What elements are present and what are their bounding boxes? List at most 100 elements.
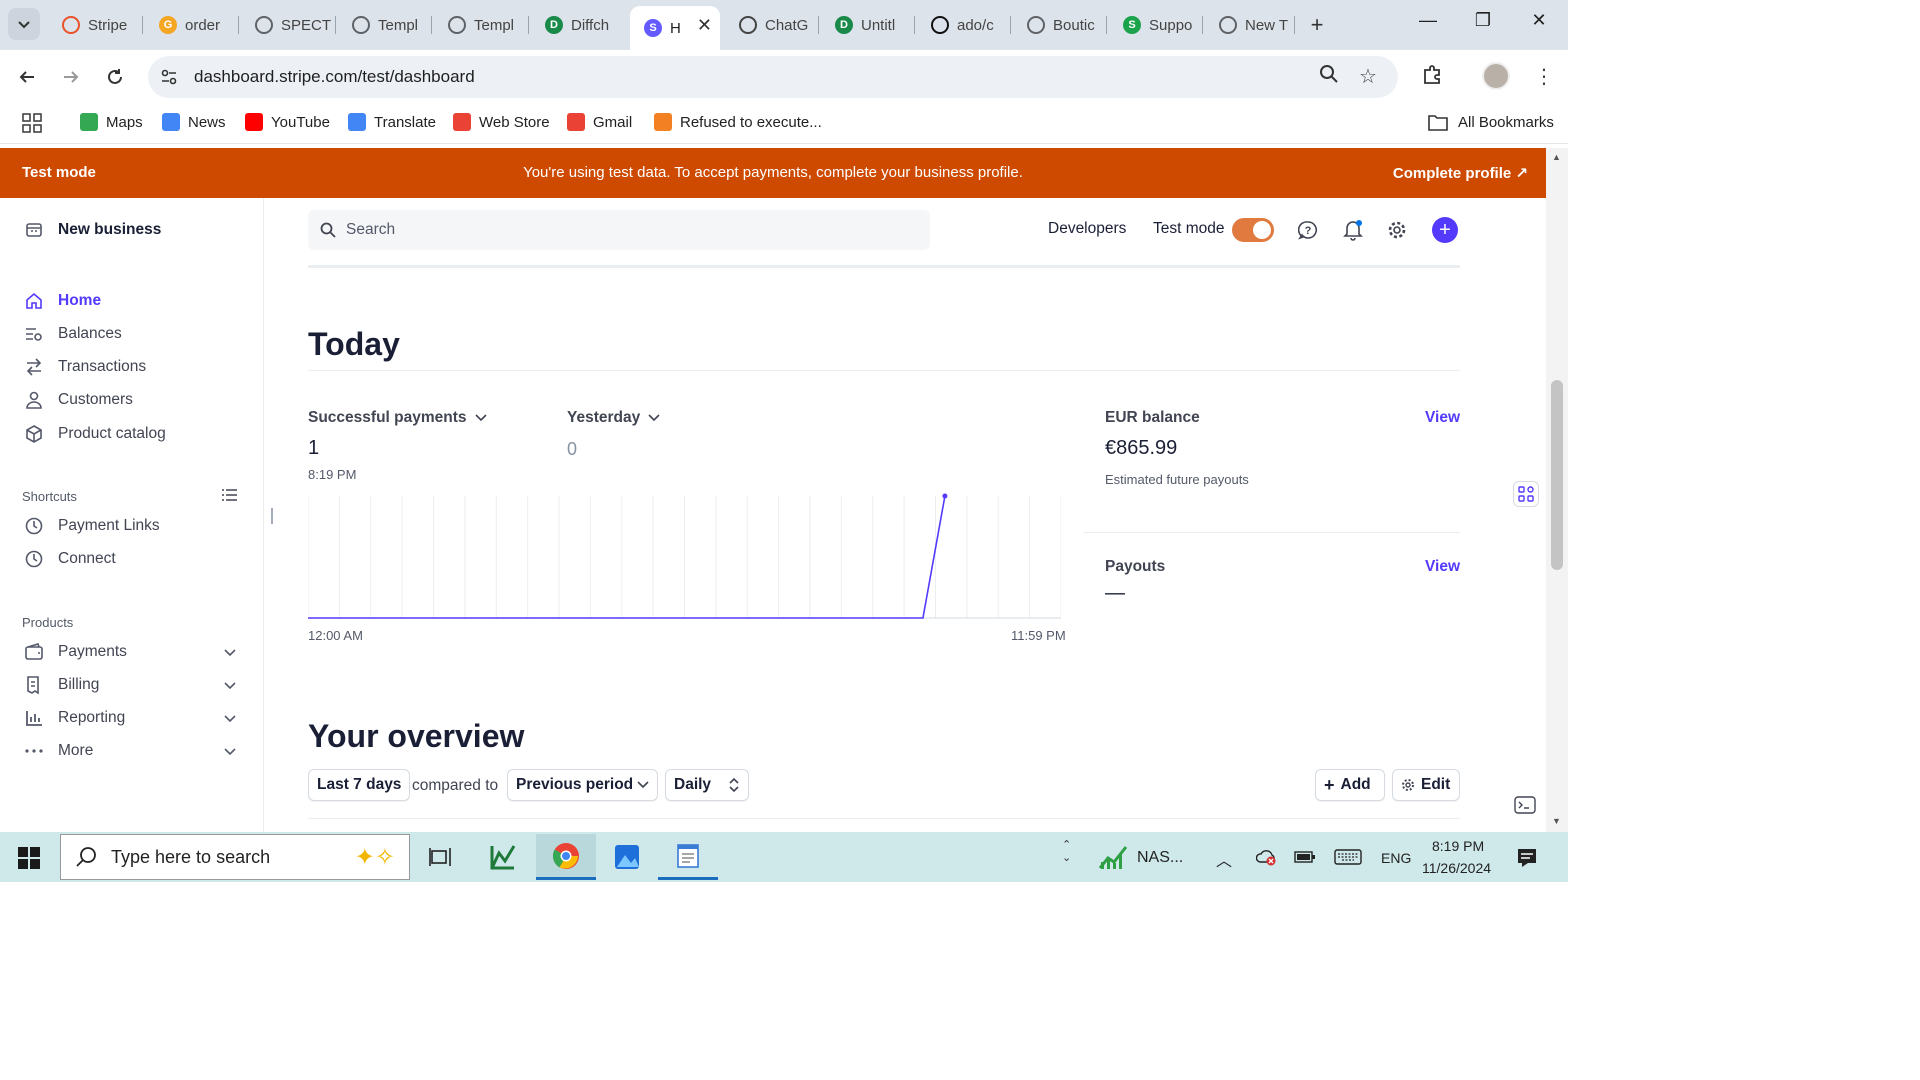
create-plus-button[interactable]: + — [1432, 217, 1458, 243]
back-button[interactable] — [12, 62, 42, 92]
successful-payments-dropdown[interactable]: Successful payments — [308, 409, 487, 427]
minimize-button[interactable]: — — [1413, 10, 1443, 31]
edit-overview-button[interactable]: Edit — [1392, 769, 1460, 801]
tab-title: SPECT — [281, 16, 332, 34]
sidebar-item-home[interactable]: Home — [24, 291, 101, 311]
widgets-icon[interactable] — [1513, 481, 1539, 507]
clock-date[interactable]: 11/26/2024 — [1422, 860, 1491, 876]
reload-button[interactable] — [100, 62, 130, 92]
profile-avatar[interactable] — [1482, 62, 1510, 90]
browser-tab[interactable]: S H ✕ — [630, 6, 720, 50]
sidebar-item-billing[interactable]: Billing — [24, 675, 236, 695]
chart-data-point[interactable] — [942, 493, 948, 499]
notepad-app-icon[interactable] — [658, 834, 718, 880]
sidebar-item-transactions[interactable]: Transactions — [24, 357, 146, 377]
bookmark-label: Web Store — [479, 113, 550, 131]
search-input[interactable]: Search — [308, 210, 930, 250]
taskbar-scroll-arrows[interactable]: ⌃ ⌄ — [1062, 838, 1071, 864]
taskbar-search-input[interactable]: Type here to search ✦✧ — [60, 834, 410, 880]
apps-grid-icon[interactable] — [22, 113, 42, 133]
date-range-button[interactable]: Last 7 days — [308, 769, 411, 801]
notification-center-icon[interactable] — [1516, 847, 1538, 874]
sidebar-item-customers[interactable]: Customers — [24, 390, 133, 410]
interval-select[interactable]: Daily — [665, 769, 749, 801]
balance-view-link[interactable]: View — [1425, 409, 1460, 427]
new-tab-button[interactable]: + — [1304, 12, 1330, 38]
sidebar: New business Home Balances Transactions Cus… — [0, 198, 273, 832]
compare-period-dropdown[interactable]: Yesterday — [567, 409, 660, 427]
browser-tab[interactable]: Stripe — [48, 6, 143, 44]
bookmark-item[interactable]: Translate — [348, 113, 436, 131]
bookmark-item[interactable]: Gmail — [567, 113, 632, 131]
test-mode-toggle[interactable] — [1232, 218, 1274, 242]
task-view-icon[interactable] — [410, 834, 470, 880]
kebab-menu-icon[interactable]: ⋮ — [1534, 64, 1554, 89]
bookmark-star-icon[interactable]: ☆ — [1359, 64, 1377, 89]
settings-gear-icon[interactable] — [1385, 218, 1409, 242]
bookmark-item[interactable]: Web Store — [453, 113, 550, 131]
developers-link[interactable]: Developers — [1048, 220, 1126, 238]
bookmark-item[interactable]: YouTube — [245, 113, 330, 131]
windows-start-icon[interactable] — [18, 847, 40, 874]
sidebar-item-payments[interactable]: Payments — [24, 642, 236, 662]
add-widget-button[interactable]: + Add — [1315, 769, 1385, 801]
stackoverflow-icon — [654, 113, 672, 131]
terminal-icon[interactable] — [1514, 796, 1538, 816]
show-hidden-icons-chevron-icon[interactable]: ︿ — [1216, 847, 1232, 871]
bookmark-item[interactable]: Maps — [80, 113, 143, 131]
sidebar-resize-handle[interactable] — [271, 508, 273, 524]
clock-time[interactable]: 8:19 PM — [1432, 838, 1484, 854]
extensions-icon[interactable] — [1421, 64, 1443, 91]
bookmark-item[interactable]: Refused to execute... — [654, 113, 822, 131]
browser-tab[interactable]: D Diffch — [531, 6, 629, 44]
account-switcher[interactable]: New business — [24, 220, 161, 240]
battery-icon[interactable] — [1294, 849, 1316, 870]
payouts-view-link[interactable]: View — [1425, 558, 1460, 576]
sidebar-item-connect[interactable]: Connect — [24, 549, 116, 569]
sidebar-item-more[interactable]: More — [24, 741, 236, 761]
browser-tab[interactable]: Templ — [338, 6, 432, 44]
restore-button[interactable]: ❐ — [1468, 10, 1498, 31]
scrollbar-thumb[interactable] — [1551, 380, 1563, 570]
page-scrollbar[interactable]: ▲ ▼ — [1546, 148, 1568, 832]
help-icon[interactable]: ? — [1296, 218, 1320, 242]
keyboard-icon[interactable] — [1334, 849, 1362, 870]
sidebar-item-product-catalog[interactable]: Product catalog — [24, 424, 166, 444]
browser-tab[interactable]: New T — [1205, 6, 1295, 44]
up-down-chevron-icon — [729, 777, 739, 793]
site-info-icon[interactable] — [158, 66, 180, 88]
photos-app-icon[interactable] — [597, 834, 657, 880]
address-bar[interactable]: dashboard.stripe.com/test/dashboard — [148, 56, 1398, 98]
all-bookmarks[interactable]: All Bookmarks — [1428, 113, 1554, 131]
comparison-select[interactable]: Previous period — [507, 769, 658, 801]
bookmark-item[interactable]: News — [162, 113, 226, 131]
chrome-app-icon[interactable] — [536, 834, 596, 880]
forward-button[interactable] — [56, 62, 86, 92]
close-window-button[interactable]: ✕ — [1524, 10, 1554, 31]
list-icon[interactable] — [222, 488, 238, 507]
browser-tab[interactable]: S Suppo — [1109, 6, 1203, 44]
browser-tab[interactable]: Templ — [434, 6, 529, 44]
browser-tab[interactable]: Gorder — [145, 6, 239, 44]
customers-icon — [24, 390, 44, 410]
excel-chart-app-icon[interactable] — [473, 834, 533, 880]
browser-tab[interactable]: ado/c — [917, 6, 1011, 44]
browser-tab[interactable]: SPECT — [241, 6, 336, 44]
browser-tab[interactable]: ChatG — [725, 6, 819, 44]
sidebar-item-payment-links[interactable]: Payment Links — [24, 516, 160, 536]
sidebar-item-reporting[interactable]: Reporting — [24, 708, 236, 728]
browser-tab[interactable]: D Untitl — [821, 6, 915, 44]
browser-tab[interactable]: Boutic — [1013, 6, 1107, 44]
onedrive-error-icon[interactable] — [1255, 848, 1278, 871]
tab-search-button[interactable] — [8, 8, 40, 40]
stock-chart-icon[interactable] — [1098, 844, 1128, 875]
payments-line-chart — [307, 493, 1062, 619]
sidebar-item-balances[interactable]: Balances — [24, 324, 122, 344]
sidebar-item-label: Billing — [58, 676, 100, 693]
notifications-bell-icon[interactable] — [1341, 218, 1365, 242]
close-tab-icon[interactable]: ✕ — [697, 15, 712, 36]
zoom-icon[interactable] — [1319, 64, 1339, 89]
tab-title: H — [670, 19, 681, 37]
complete-profile-link[interactable]: Complete profile ↗ — [1393, 164, 1528, 182]
language-indicator[interactable]: ENG — [1381, 850, 1411, 866]
